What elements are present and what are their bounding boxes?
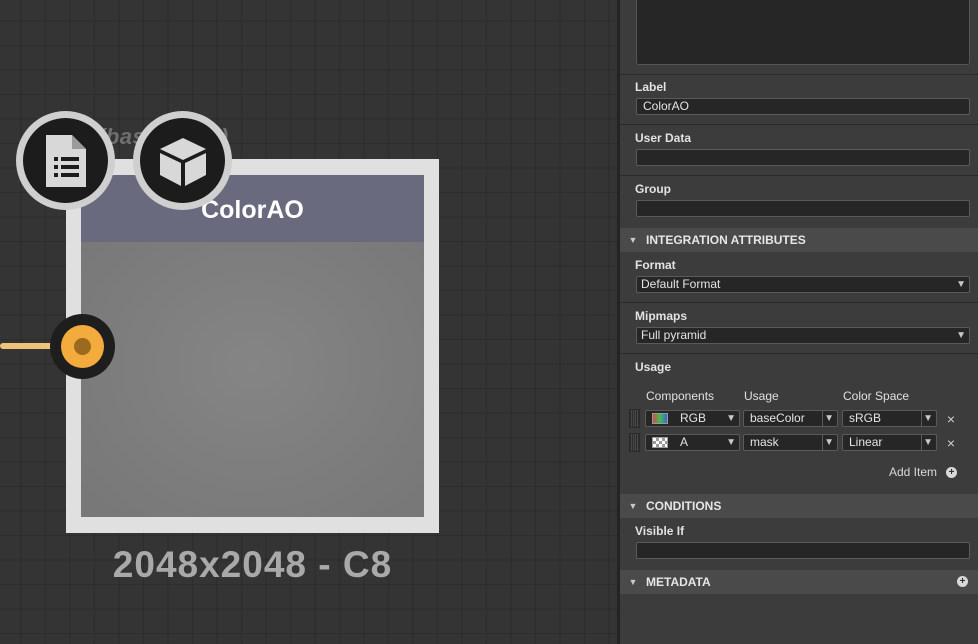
components-column-header: Components: [646, 389, 715, 403]
row-drag-handle[interactable]: [629, 409, 640, 428]
chevron-down-icon: ▼: [956, 279, 966, 290]
usage-select[interactable]: baseColor ▼: [743, 410, 838, 427]
color-space-value: Linear: [849, 435, 883, 449]
usage-column-header: Usage: [744, 389, 779, 403]
rgb-swatch-icon: [652, 413, 668, 424]
chevron-down-icon: ▼: [726, 437, 736, 448]
color-space-column-header: Color Space: [843, 389, 910, 403]
mipmaps-select-value: Full pyramid: [641, 328, 707, 342]
visible-if-input[interactable]: [636, 542, 970, 559]
node-title: ColorAO: [201, 196, 304, 224]
document-icon: [45, 134, 86, 187]
output-node[interactable]: ColorAO: [66, 159, 439, 533]
format-select[interactable]: Default Format ▼: [636, 276, 970, 293]
plus-icon: +: [946, 466, 958, 478]
node-preview-thumbnail: [81, 242, 424, 517]
cube-icon: [159, 137, 206, 186]
properties-panel: Label ColorAO User Data Group ▼ INTEGRAT…: [620, 0, 978, 644]
color-space-select[interactable]: sRGB ▼: [842, 410, 937, 427]
document-badge[interactable]: [16, 111, 115, 210]
format-field-label: Format: [635, 258, 676, 272]
add-metadata-icon[interactable]: +: [957, 576, 968, 587]
component-value: RGB: [680, 411, 707, 425]
integration-attributes-header[interactable]: ▼ INTEGRATION ATTRIBUTES: [620, 228, 978, 252]
cube-badge[interactable]: [133, 111, 232, 210]
input-port[interactable]: [50, 314, 115, 379]
component-select[interactable]: A ▼: [645, 434, 740, 451]
collapse-chevron-icon: ▼: [628, 501, 638, 511]
metadata-title: METADATA: [646, 575, 711, 589]
label-field-label: Label: [635, 80, 667, 94]
integration-attributes-title: INTEGRATION ATTRIBUTES: [646, 233, 806, 247]
mipmaps-select[interactable]: Full pyramid ▼: [636, 327, 970, 344]
format-select-value: Default Format: [641, 277, 721, 291]
mipmaps-field-label: Mipmaps: [635, 309, 688, 323]
user-data-field-label: User Data: [635, 131, 692, 145]
label-input[interactable]: ColorAO: [636, 98, 970, 115]
remove-row-icon[interactable]: ×: [945, 436, 957, 450]
collapse-chevron-icon: ▼: [628, 577, 638, 587]
group-field-label: Group: [635, 182, 671, 196]
chevron-down-icon: ▼: [956, 330, 966, 341]
metadata-header[interactable]: ▼ METADATA +: [620, 570, 978, 594]
user-data-input[interactable]: [636, 149, 970, 166]
chevron-down-icon: ▼: [824, 437, 834, 448]
color-space-select[interactable]: Linear ▼: [842, 434, 937, 451]
node-resolution-label: 2048x2048 - C8: [112, 544, 393, 585]
usage-value: baseColor: [750, 411, 805, 425]
chevron-down-icon: ▼: [824, 413, 834, 424]
description-textarea[interactable]: [636, 0, 970, 65]
conditions-header[interactable]: ▼ CONDITIONS: [620, 494, 978, 518]
collapse-chevron-icon: ▼: [628, 235, 638, 245]
node-header[interactable]: ColorAO: [81, 175, 424, 242]
color-space-value: sRGB: [849, 411, 882, 425]
component-select[interactable]: RGB ▼: [645, 410, 740, 427]
add-item-button[interactable]: Add Item +: [889, 465, 958, 479]
chevron-down-icon: ▼: [923, 413, 933, 424]
add-item-label: Add Item: [889, 465, 938, 479]
alpha-swatch-icon: [652, 437, 668, 448]
usage-select[interactable]: mask ▼: [743, 434, 838, 451]
chevron-down-icon: ▼: [726, 413, 736, 424]
graph-canvas[interactable]: (base color) ColorAO: [0, 0, 617, 644]
usage-field-label: Usage: [635, 360, 672, 374]
conditions-title: CONDITIONS: [646, 499, 722, 513]
component-value: A: [680, 435, 689, 449]
chevron-down-icon: ▼: [923, 437, 933, 448]
row-drag-handle[interactable]: [629, 433, 640, 452]
usage-value: mask: [750, 435, 779, 449]
group-input[interactable]: [636, 200, 970, 217]
visible-if-field-label: Visible If: [635, 524, 685, 538]
remove-row-icon[interactable]: ×: [945, 412, 957, 426]
